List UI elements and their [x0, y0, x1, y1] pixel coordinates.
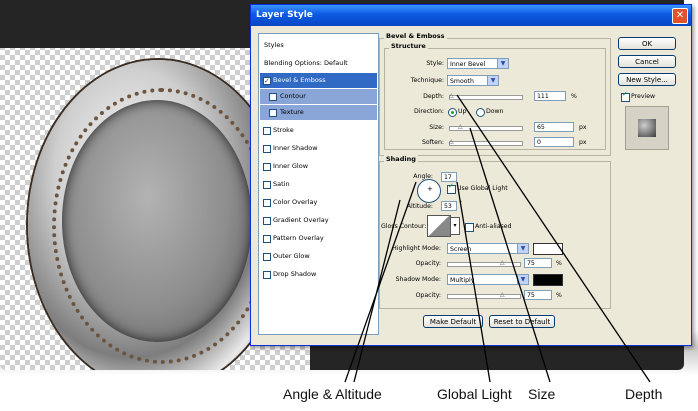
altitude-pointer-line	[353, 199, 401, 383]
angle-pointer-line	[344, 181, 417, 383]
annotation-global-light: Global Light	[437, 386, 512, 402]
annotation-angle-altitude: Angle & Altitude	[283, 386, 382, 402]
depth-pointer-line	[456, 94, 651, 383]
annotation-lines	[344, 94, 651, 383]
size-pointer-line	[469, 127, 551, 383]
global-light-pointer-line	[456, 181, 491, 383]
annotation-depth: Depth	[625, 386, 663, 402]
annotation-size: Size	[528, 386, 556, 402]
